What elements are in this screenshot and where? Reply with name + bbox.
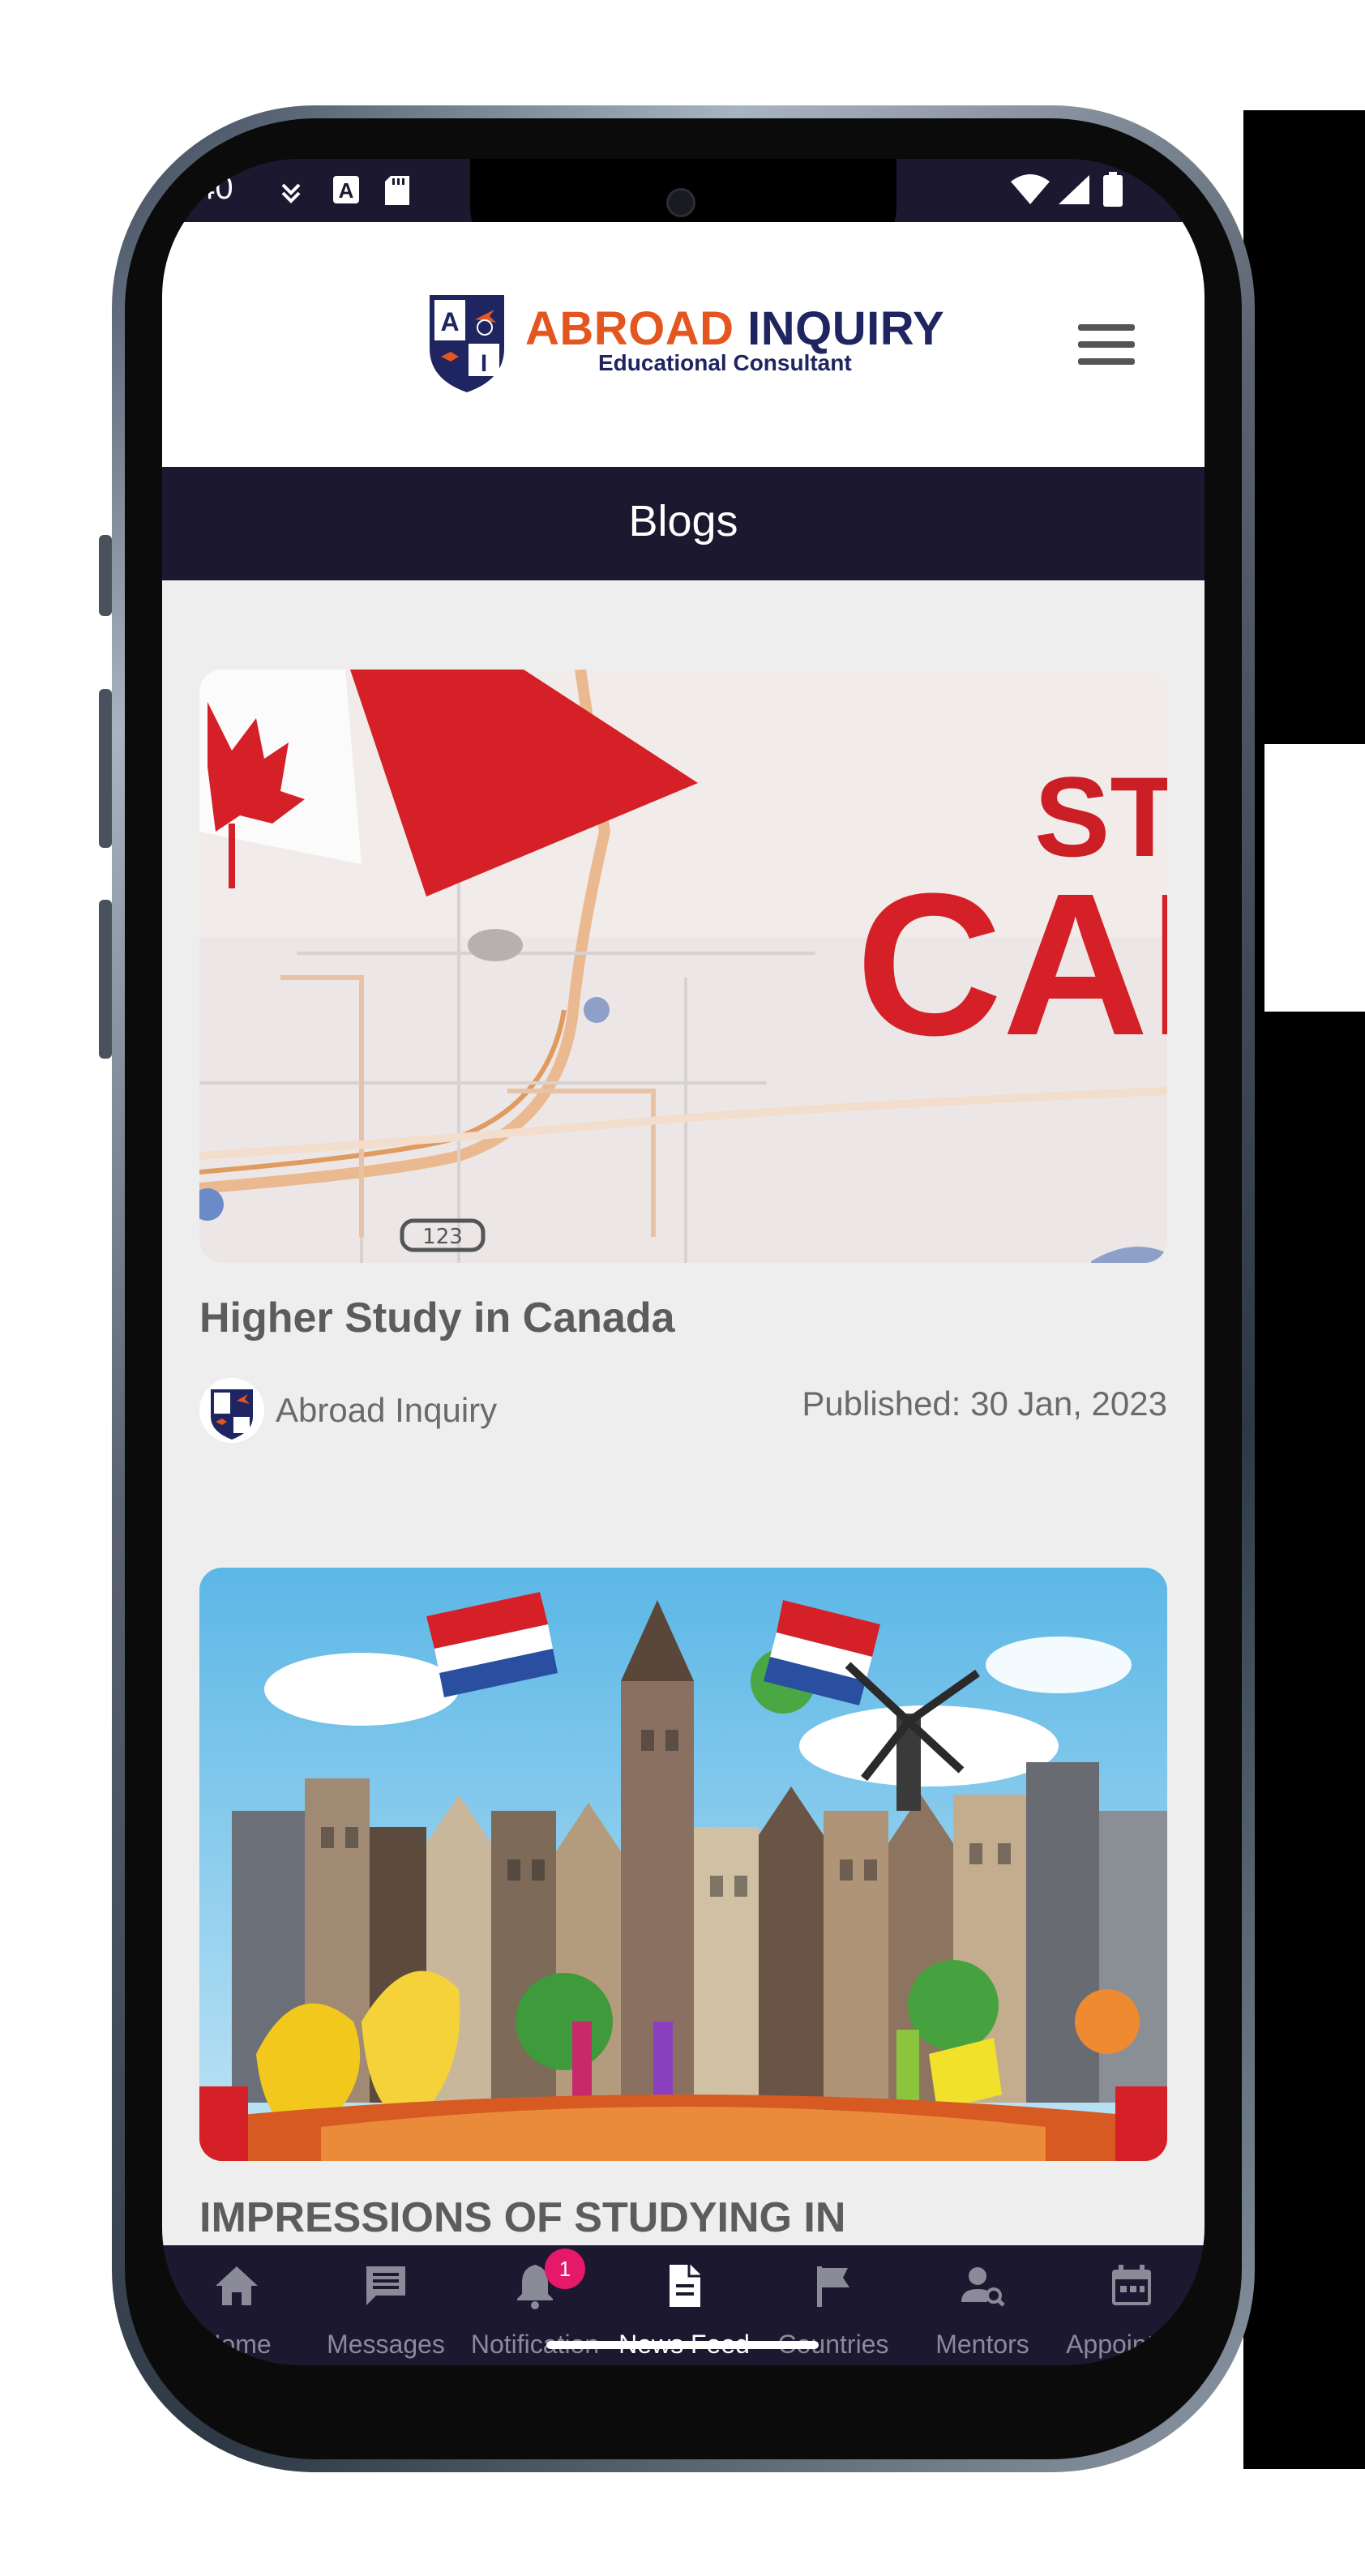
- svg-text:A: A: [339, 178, 354, 203]
- status-time: :40: [188, 170, 233, 206]
- cellular-signal-icon: [1059, 175, 1089, 204]
- road-sign-number: 123: [422, 1225, 463, 1249]
- home-indicator[interactable]: [546, 2341, 819, 2349]
- brand-name: ABROAD INQUIRY: [525, 302, 944, 356]
- brand-tagline: Educational Consultant: [598, 350, 852, 375]
- image-text-can: CAN: [856, 851, 1167, 1077]
- nav-messages[interactable]: Messages: [311, 2245, 460, 2365]
- person-search-icon: [961, 2267, 1005, 2307]
- blog-post-image-netherlands[interactable]: [199, 1568, 1167, 2161]
- brand-name-part2: INQUIRY: [747, 302, 945, 355]
- abroad-inquiry-logo[interactable]: A I: [426, 292, 507, 394]
- text-a-icon: A: [333, 176, 359, 203]
- phone-side-button: [99, 535, 112, 616]
- sd-card-icon: [385, 176, 409, 205]
- background-panel-light: [1264, 744, 1365, 1012]
- page-title: Blogs: [628, 497, 738, 546]
- brand-name-part1: ABROAD: [525, 302, 734, 355]
- page-title-bar: Blogs: [162, 467, 1205, 580]
- nav-label: Appointm...: [1066, 2330, 1197, 2359]
- notification-badge: 1: [545, 2249, 585, 2289]
- message-icon: [366, 2266, 405, 2305]
- logo-letter-a: A: [440, 307, 459, 336]
- author-name: Abroad Inquiry: [276, 1391, 498, 1429]
- blog-post-title[interactable]: Higher Study in Canada: [199, 1294, 675, 1342]
- nav-home[interactable]: Home: [162, 2245, 311, 2365]
- phone-volume-up: [99, 689, 112, 848]
- published-date: Published: 30 Jan, 2023: [802, 1384, 1167, 1423]
- blog-list[interactable]: 123 STU CAN Higher Study in Canada: [162, 580, 1205, 2245]
- stage: :40 A A I ABROAD INQUIRY Educational Con…: [0, 0, 1365, 2576]
- phone-screen: :40 A A I ABROAD INQUIRY Educational Con…: [162, 159, 1205, 2365]
- front-camera: [666, 188, 695, 217]
- calendar-icon: [1112, 2265, 1151, 2305]
- home-icon: [216, 2266, 258, 2305]
- hamburger-menu-icon[interactable]: [1078, 324, 1135, 370]
- app-header: A I ABROAD INQUIRY Educational Consultan…: [162, 222, 1205, 467]
- phone-volume-down: [99, 900, 112, 1059]
- nav-mentors[interactable]: Mentors: [908, 2245, 1057, 2365]
- author-avatar: [199, 1378, 264, 1443]
- document-icon: [670, 2265, 700, 2307]
- background-panel: [1243, 110, 1365, 2469]
- blog-post-title[interactable]: IMPRESSIONS OF STUDYING IN: [199, 2193, 845, 2242]
- flag-icon: [817, 2266, 849, 2307]
- logo-letter-i: I: [481, 350, 487, 377]
- battery-icon: [1103, 172, 1123, 207]
- blog-post-image-canada[interactable]: 123 STU CAN: [199, 670, 1167, 1263]
- nav-appointments[interactable]: Appointm...: [1057, 2245, 1205, 2365]
- sync-icon: [281, 183, 301, 203]
- wifi-icon: [1011, 174, 1050, 204]
